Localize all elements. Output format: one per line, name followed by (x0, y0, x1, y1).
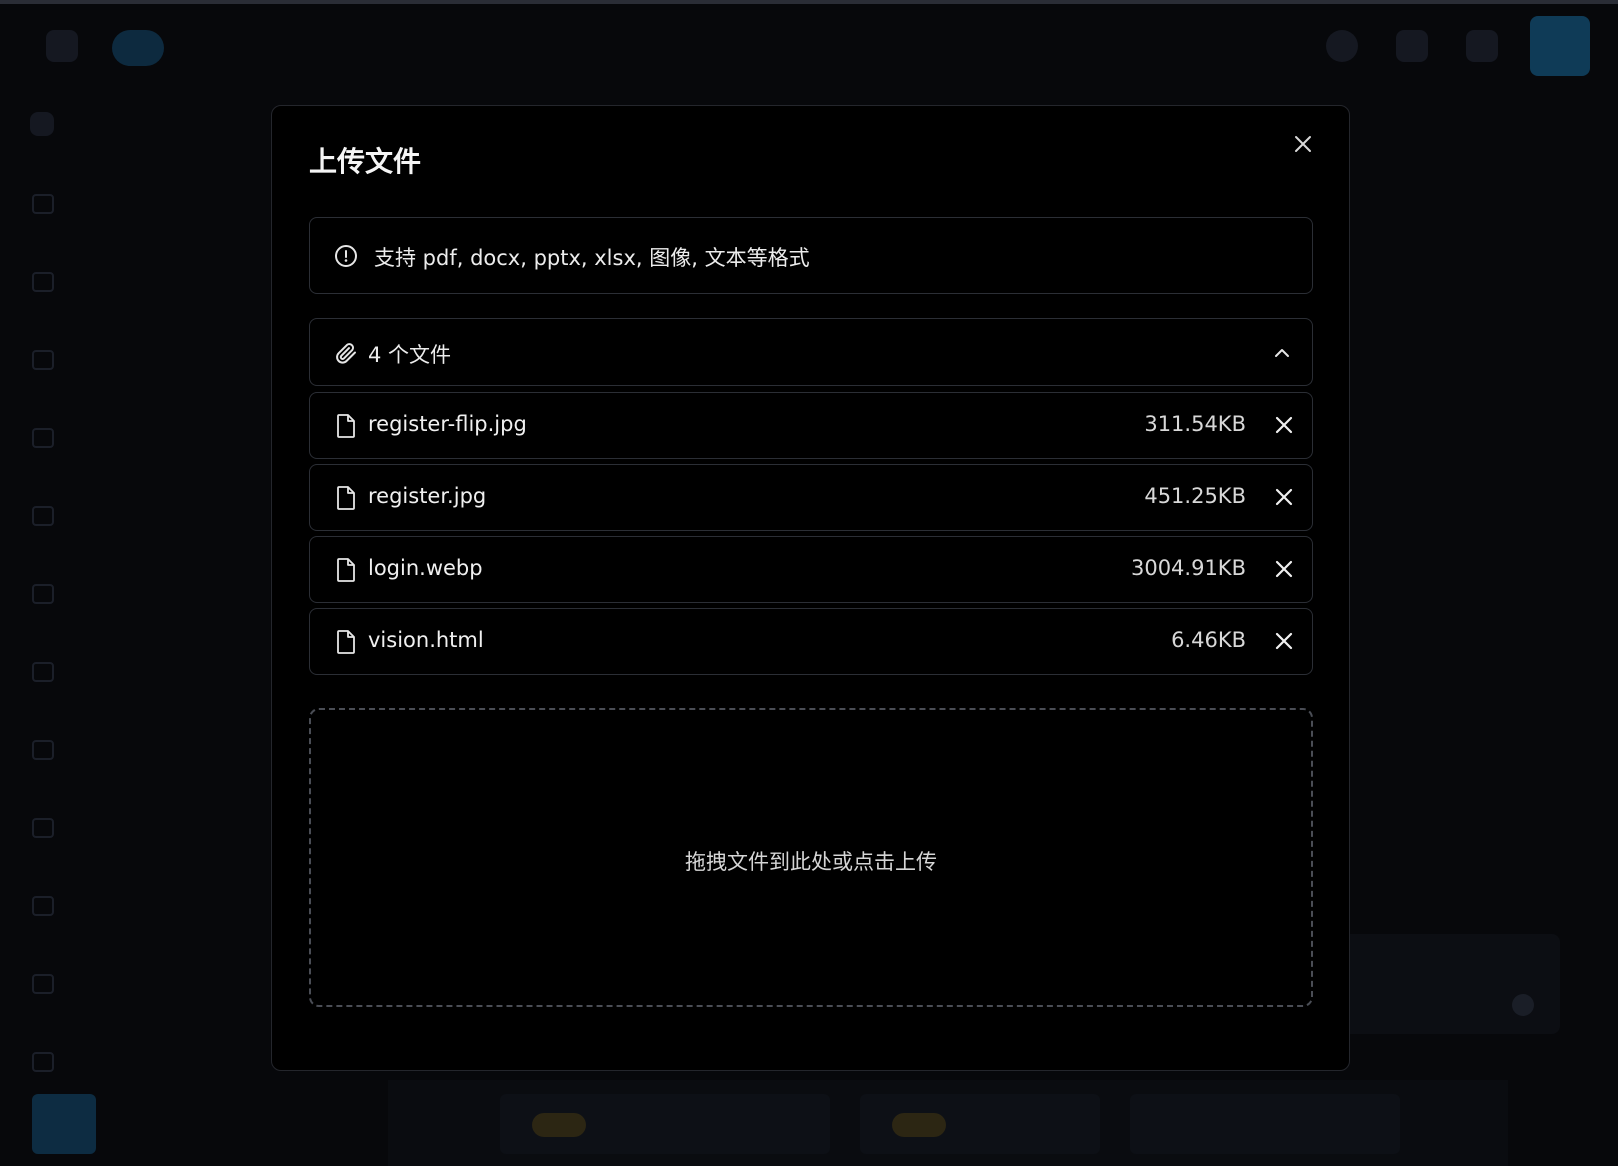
paperclip-icon (336, 343, 356, 364)
chat-icon (32, 818, 54, 838)
x-icon[interactable] (1272, 485, 1296, 509)
sidebar-item (28, 884, 268, 928)
sidebar-item (28, 416, 268, 460)
chevron-up-icon (1275, 349, 1289, 357)
file-icon (337, 486, 355, 510)
modal-title: 上传文件 (309, 145, 422, 178)
close-button[interactable] (1289, 130, 1317, 158)
close-icon (1295, 136, 1311, 152)
avatar (1530, 16, 1590, 76)
chat-icon (32, 896, 54, 916)
file-size: 6.46KB (1171, 628, 1246, 652)
sidebar-item (28, 1040, 268, 1084)
search-icon (1466, 30, 1498, 62)
background-sidebar (0, 88, 268, 1166)
file-item: login.webp 3004.91KB (309, 536, 1313, 603)
file-size: 451.25KB (1144, 484, 1246, 508)
file-item: register.jpg 451.25KB (309, 464, 1313, 531)
file-name: vision.html (368, 628, 484, 652)
sidebar-item (28, 338, 268, 382)
file-size: 3004.91KB (1130, 556, 1246, 580)
theme-icon (1396, 30, 1428, 62)
chat-icon (32, 740, 54, 760)
file-name: login.webp (368, 556, 483, 580)
x-icon[interactable] (1272, 629, 1296, 653)
sidebar-item (28, 806, 268, 850)
chat-icon (32, 662, 54, 682)
sidebar-item (28, 728, 268, 772)
file-icon (337, 558, 355, 582)
file-icon (337, 630, 355, 654)
model-badge (532, 1112, 586, 1137)
supported-formats-notice: 支持 pdf, docx, pptx, xlsx, 图像, 文本等格式 (309, 217, 1313, 294)
chat-icon (32, 584, 54, 604)
chat-icon (32, 350, 54, 370)
chat-icon (32, 1052, 54, 1072)
model-chip (1130, 1094, 1400, 1154)
dropzone-text: 拖拽文件到此处或点击上传 (685, 850, 937, 874)
file-size: 311.54KB (1144, 412, 1246, 436)
x-icon[interactable] (1272, 557, 1296, 581)
file-icon (337, 414, 355, 438)
background-header (0, 4, 1618, 88)
github-icon (1326, 30, 1358, 62)
sidebar-item (28, 572, 268, 616)
send-icon (1512, 994, 1534, 1016)
file-count-label: 4 个文件 (368, 343, 452, 367)
menu-icon (46, 30, 78, 62)
file-item: register-flip.jpg 311.54KB (309, 392, 1313, 459)
sidebar-item (28, 962, 268, 1006)
model-chip (500, 1094, 830, 1154)
file-dropzone[interactable]: 拖拽文件到此处或点击上传 (309, 708, 1313, 1007)
file-list-toggle[interactable]: 4 个文件 (309, 318, 1313, 386)
x-icon[interactable] (1272, 413, 1296, 437)
file-item: vision.html 6.46KB (309, 608, 1313, 675)
chat-icon (32, 428, 54, 448)
sidebar-item (28, 260, 268, 304)
model-chip (860, 1094, 1100, 1154)
chat-icon (32, 506, 54, 526)
new-chat-icon (30, 112, 54, 136)
sidebar-item (28, 182, 268, 226)
upload-modal: 上传文件 支持 pdf, docx, pptx, xlsx, 图像, 文本等格式… (271, 105, 1350, 1071)
model-badge (892, 1112, 946, 1137)
notice-text: 支持 pdf, docx, pptx, xlsx, 图像, 文本等格式 (374, 246, 810, 270)
chat-icon (32, 974, 54, 994)
sidebar-item (28, 494, 268, 538)
chat-icon (32, 194, 54, 214)
user-avatar (32, 1094, 96, 1154)
chat-icon (32, 272, 54, 292)
file-name: register.jpg (368, 484, 487, 508)
file-name: register-flip.jpg (368, 412, 527, 436)
sidebar-item (28, 650, 268, 694)
app-logo (112, 30, 164, 66)
info-circle-icon (335, 245, 357, 267)
